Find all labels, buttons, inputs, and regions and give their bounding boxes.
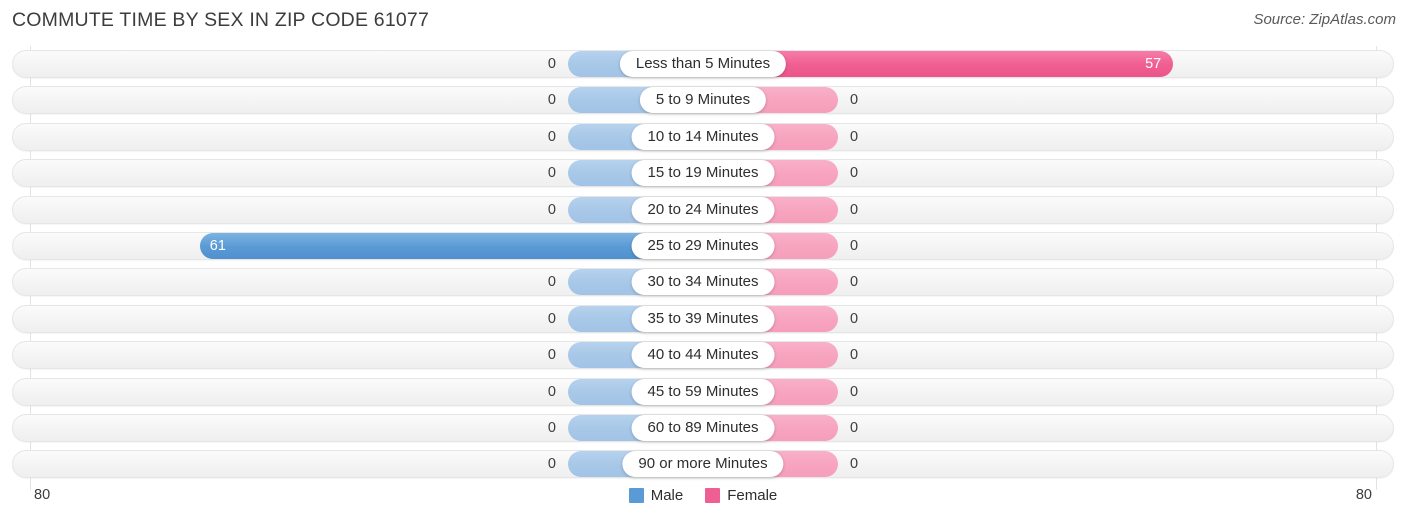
chart-row[interactable]: 0 0 15 to 19 Minutes	[12, 159, 1394, 188]
value-label-male: 0	[547, 456, 556, 473]
category-label-pill: 25 to 29 Minutes	[631, 233, 775, 259]
value-label-female: 0	[850, 274, 859, 291]
chart-row[interactable]: 0 57 Less than 5 Minutes	[12, 50, 1394, 78]
value-label-male: 0	[547, 420, 556, 436]
value-label-male: 0	[547, 92, 556, 109]
chart-row[interactable]: 0 0 90 or more Minutes	[12, 450, 1394, 479]
legend-label-male: Male	[650, 487, 684, 504]
chart-row[interactable]: 0 0 35 to 39 Minutes	[12, 304, 1394, 333]
value-label-male: 0	[547, 274, 556, 291]
chart-legend: Male Female	[0, 487, 1406, 504]
value-label-female: 0	[850, 347, 859, 364]
value-label-male: 0	[547, 128, 556, 145]
category-label-pill: 90 or more Minutes	[622, 451, 784, 478]
source-attribution: Source: ZipAtlas.com	[1253, 11, 1396, 28]
category-label-pill: 30 to 34 Minutes	[631, 269, 775, 296]
value-label-female: 0	[850, 128, 859, 145]
value-label-female: 0	[850, 165, 859, 182]
value-label-male: 0	[547, 201, 556, 218]
value-label-female: 0	[850, 92, 859, 109]
chart-row[interactable]: 0 0 20 to 24 Minutes	[12, 195, 1394, 224]
category-label-pill: 60 to 89 Minutes	[631, 415, 775, 441]
legend-item-female[interactable]: Female	[705, 487, 777, 504]
value-label-female: 0	[850, 383, 859, 400]
chart-row[interactable]: 0 0 45 to 59 Minutes	[12, 377, 1394, 406]
chart-plot-area: 0 57 Less than 5 Minutes 0 0 5 to 9 Minutes 0 0…	[0, 44, 1406, 490]
chart-row[interactable]: 0 0 10 to 14 Minutes	[12, 122, 1394, 151]
value-label-male: 61	[209, 238, 226, 254]
chart-row[interactable]: 0 0 60 to 89 Minutes	[12, 414, 1394, 442]
value-label-female: 0	[850, 310, 859, 327]
chart-header: COMMUTE TIME BY SEX IN ZIP CODE 61077 So…	[0, 0, 1406, 44]
category-label-pill: 5 to 9 Minutes	[639, 87, 767, 114]
chart-row[interactable]: 61 0 25 to 29 Minutes	[12, 232, 1394, 260]
value-label-female: 0	[850, 420, 859, 436]
chart-row[interactable]: 0 0 5 to 9 Minutes	[12, 86, 1394, 115]
category-label-pill: 15 to 19 Minutes	[631, 160, 775, 187]
value-label-female: 0	[850, 201, 859, 218]
bar-male[interactable]	[199, 233, 703, 259]
legend-label-female: Female	[727, 487, 778, 504]
value-label-female: 57	[1145, 56, 1162, 72]
category-label-pill: 35 to 39 Minutes	[631, 305, 775, 332]
value-label-male: 0	[547, 383, 556, 400]
value-label-male: 0	[547, 56, 556, 72]
value-label-female: 0	[850, 238, 859, 254]
chart-row[interactable]: 0 0 30 to 34 Minutes	[12, 268, 1394, 297]
value-label-male: 0	[547, 347, 556, 364]
category-label-pill: 10 to 14 Minutes	[631, 123, 775, 150]
legend-swatch-male-icon	[628, 488, 644, 503]
category-label-pill: 45 to 59 Minutes	[631, 378, 775, 405]
category-label-pill: 40 to 44 Minutes	[631, 342, 775, 369]
legend-swatch-female-icon	[705, 488, 721, 503]
chart-row[interactable]: 0 0 40 to 44 Minutes	[12, 341, 1394, 370]
legend-item-male[interactable]: Male	[628, 487, 684, 504]
category-label-pill: 20 to 24 Minutes	[631, 196, 775, 223]
value-label-male: 0	[547, 165, 556, 182]
category-label-pill: Less than 5 Minutes	[619, 51, 787, 77]
page-title: COMMUTE TIME BY SEX IN ZIP CODE 61077	[12, 9, 430, 31]
chart-footer: 80 80 Male Female	[0, 484, 1406, 522]
value-label-female: 0	[850, 456, 859, 473]
value-label-male: 0	[547, 310, 556, 327]
